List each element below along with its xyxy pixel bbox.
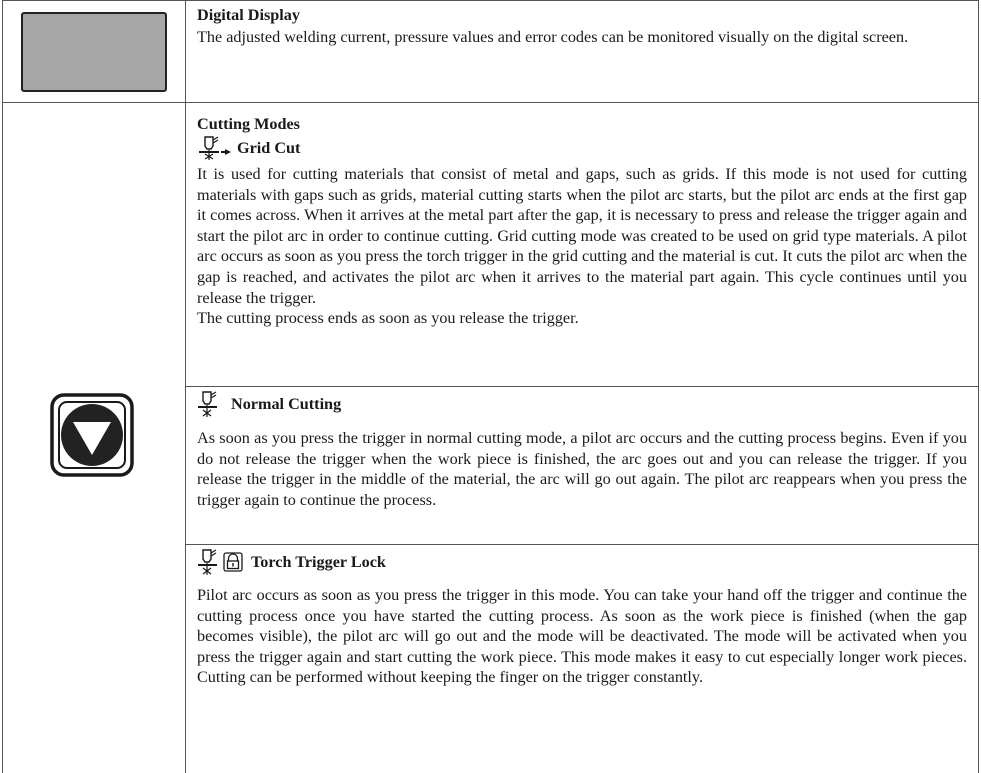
- mode-select-button-icon[interactable]: [50, 393, 134, 477]
- digital-display-title: Digital Display: [197, 6, 300, 24]
- torch-trigger-lock-description: Pilot arc occurs as soon as you press th…: [197, 586, 967, 687]
- normal-cutting-title: Normal Cutting: [231, 394, 342, 413]
- digital-display-illustration: [21, 12, 167, 92]
- row-divider: [2, 102, 979, 103]
- grid-cut-paragraph: It is used for cutting materials that co…: [197, 165, 967, 307]
- torch-trigger-lock-title: Torch Trigger Lock: [251, 552, 386, 571]
- cutting-modes-title: Cutting Modes: [197, 115, 300, 133]
- grid-cut-paragraph: The cutting process ends as soon as you …: [197, 309, 579, 328]
- digital-display-description: The adjusted welding current, pressure v…: [197, 28, 909, 46]
- torch-grid-cut-icon: [199, 136, 231, 160]
- normal-cutting-description: As soon as you press the trigger in norm…: [197, 429, 967, 509]
- section-divider-lock: [186, 544, 979, 545]
- grid-cut-heading: Grid Cut: [197, 135, 300, 161]
- normal-cutting-heading: Normal Cutting: [197, 390, 341, 418]
- torch-normal-cut-icon: [198, 391, 217, 417]
- grid-cut-description: It is used for cutting materials that co…: [197, 164, 967, 329]
- section-divider-normal: [186, 386, 979, 387]
- grid-cut-title: Grid Cut: [237, 138, 301, 157]
- torch-lock-icon: [198, 549, 243, 575]
- torch-trigger-lock-heading: Torch Trigger Lock: [197, 548, 386, 576]
